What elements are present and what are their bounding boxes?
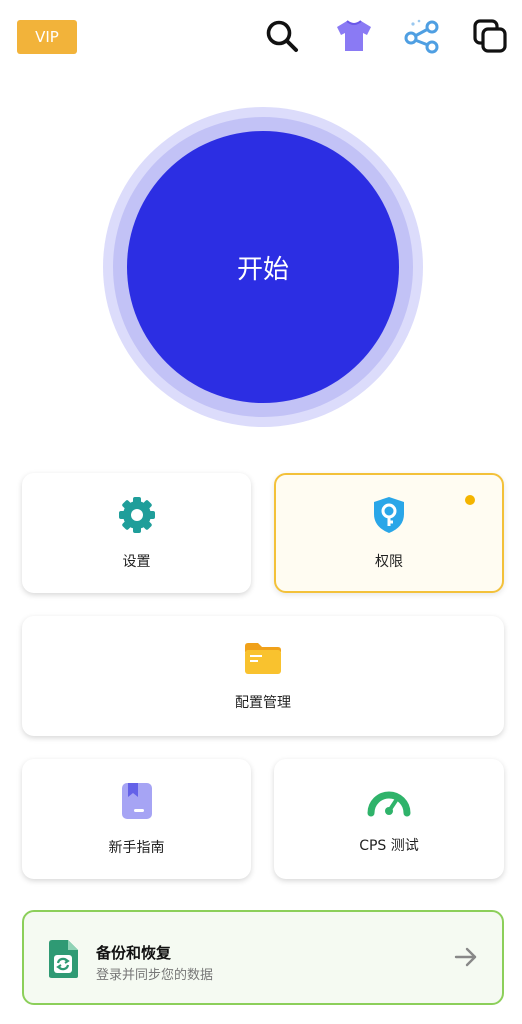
backup-restore-card[interactable]: 备份和恢复 登录并同步您的数据 [22,910,504,1005]
guide-book-icon [119,781,155,825]
settings-card[interactable]: 设置 [22,473,251,593]
permission-card[interactable]: 权限 [274,473,504,593]
config-management-card[interactable]: 配置管理 [22,616,504,736]
backup-file-icon [46,938,80,984]
share-icon[interactable] [402,16,442,56]
search-icon[interactable] [262,16,302,56]
notification-dot [465,495,475,505]
arrow-right-icon [454,946,478,972]
cps-test-card[interactable]: CPS 测试 [274,759,504,879]
main-screen: VIP 开始 设置 权限 配置管理 新手指南 CPS 测试 备份和恢复 登录并同… [0,0,522,1024]
copy-windows-icon[interactable] [470,16,510,56]
backup-subtitle: 登录并同步您的数据 [96,968,214,983]
guide-label: 新手指南 [108,840,165,856]
start-button[interactable]: 开始 [127,131,399,403]
vip-badge[interactable]: VIP [17,20,77,54]
permission-label: 权限 [375,554,403,570]
backup-title: 备份和恢复 [96,944,172,962]
settings-label: 设置 [122,554,151,570]
folder-icon [243,640,283,680]
guide-card[interactable]: 新手指南 [22,759,251,879]
speedometer-icon [367,783,411,823]
gear-icon [117,495,157,539]
cps-test-label: CPS 测试 [359,838,419,854]
config-management-label: 配置管理 [235,695,291,711]
tshirt-icon[interactable] [334,16,374,56]
shield-key-icon [371,495,407,539]
